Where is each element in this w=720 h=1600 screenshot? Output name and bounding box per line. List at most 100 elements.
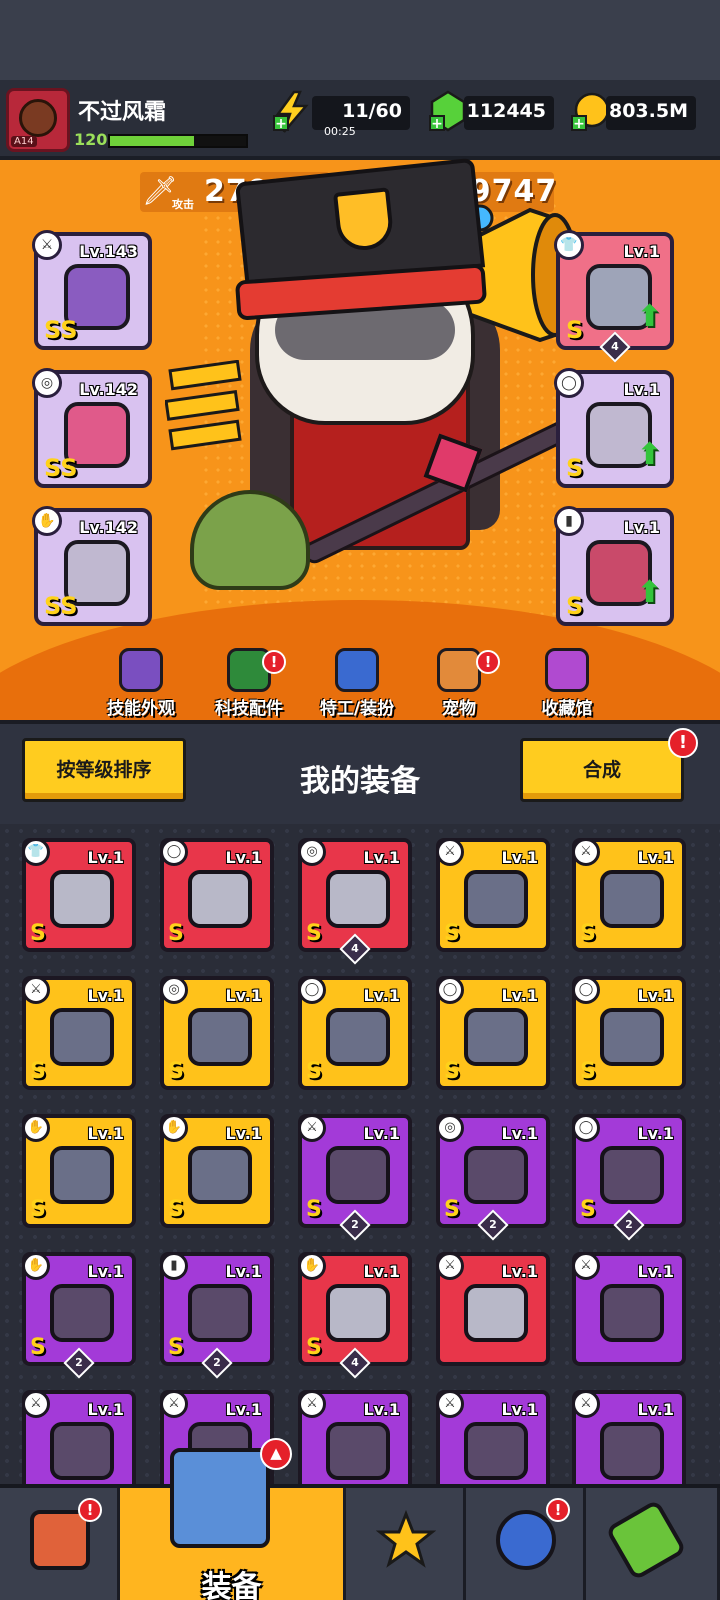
slot-level: Lv.1	[623, 380, 660, 399]
weapon-item-icon	[326, 1422, 390, 1480]
glove-item-icon	[188, 1146, 252, 1204]
item-level: Lv.1	[87, 1400, 124, 1419]
item-level: Lv.1	[637, 1262, 674, 1281]
energy-icon: +	[273, 90, 309, 133]
inventory-item[interactable]: ◎ Lv.1 S 4	[298, 838, 412, 965]
inventory-item[interactable]: ◯ Lv.1 S	[298, 976, 412, 1090]
belt-type-icon: ◯	[572, 976, 600, 1004]
glove-type-icon: ✋	[298, 1252, 326, 1280]
item-level: Lv.1	[637, 1400, 674, 1419]
coin-counter[interactable]: 803.5M	[606, 96, 696, 130]
slot-rank: SS	[44, 592, 78, 620]
inventory-item[interactable]: 👕 Lv.1 S	[22, 838, 136, 952]
quicknav-tech-parts[interactable]: 科技配件	[194, 648, 304, 719]
item-level: Lv.1	[501, 1400, 538, 1419]
item-rank: S	[306, 1335, 322, 1360]
weapon-item-icon	[50, 1422, 114, 1480]
inventory-item[interactable]: ✋ Lv.1 S	[160, 1114, 274, 1228]
necklace-item-icon	[326, 870, 390, 928]
chest-icon	[545, 648, 589, 692]
inventory-item[interactable]: ◯ Lv.1 S	[436, 976, 550, 1090]
equipped-slot-necklace[interactable]: ◎ Lv.142 SS	[32, 368, 152, 488]
inventory-item[interactable]: ⚔ Lv.1	[572, 1252, 686, 1366]
boots-type-icon: ▮	[160, 1252, 188, 1280]
quicknav-collection[interactable]: 收藏馆	[512, 648, 622, 719]
inventory-item[interactable]: ⚔ Lv.1 S 2	[298, 1114, 412, 1241]
upgrade-arrow-icon: ⬆	[636, 299, 662, 334]
inventory-item[interactable]: ⚔ Lv.1 S	[22, 976, 136, 1090]
belt-item-icon	[600, 1146, 664, 1204]
belt-type-icon: ◯	[554, 368, 584, 398]
slot-level: Lv.142	[79, 380, 138, 399]
inventory-item[interactable]: ✋ Lv.1 S 4	[298, 1252, 412, 1379]
inventory-item[interactable]: ✋ Lv.1 S	[22, 1114, 136, 1228]
inventory-item[interactable]: ⚔ Lv.1	[436, 1252, 550, 1366]
equipped-slot-glove[interactable]: ✋ Lv.142 SS	[32, 506, 152, 626]
inventory-item[interactable]: ◯ Lv.1 S	[160, 838, 274, 952]
item-rank: S	[30, 1197, 46, 1222]
nav-tab-skills[interactable]: !	[466, 1488, 586, 1600]
inventory-item[interactable]: ✋ Lv.1 S 2	[22, 1252, 136, 1379]
upgrade-arrow-icon: ⬆	[636, 575, 662, 610]
energy-value: 11/60	[342, 100, 402, 122]
merge-button[interactable]: 合成	[520, 738, 684, 802]
inventory-item[interactable]: ◯ Lv.1 S	[572, 976, 686, 1090]
item-level: Lv.1	[87, 848, 124, 867]
boots-item-icon	[188, 1284, 252, 1342]
player-avatar[interactable]: A14	[6, 88, 70, 152]
sort-by-level-button[interactable]: 按等级排序	[22, 738, 186, 802]
inventory-item[interactable]: ◎ Lv.1 S	[160, 976, 274, 1090]
quicknav-agent-costume[interactable]: 特工/装扮	[302, 648, 412, 719]
weapon-type-icon: ⚔	[22, 976, 50, 1004]
item-level: Lv.1	[87, 1124, 124, 1143]
inventory-item[interactable]: ▮ Lv.1 S 2	[160, 1252, 274, 1379]
upgrade-badge: ▲	[260, 1438, 292, 1470]
item-rank: S	[30, 1059, 46, 1084]
item-rank: S	[306, 921, 322, 946]
alert-badge: !	[546, 1498, 570, 1522]
item-level: Lv.1	[501, 848, 538, 867]
alert-badge: !	[78, 1498, 102, 1522]
inventory-item[interactable]: ◎ Lv.1 S 2	[436, 1114, 550, 1241]
nav-tab-lab[interactable]	[586, 1488, 720, 1600]
inventory-item[interactable]: ⚔ Lv.1 S	[572, 838, 686, 952]
item-level: Lv.1	[363, 1400, 400, 1419]
gem-counter[interactable]: 112445	[464, 96, 554, 130]
equipment-icon	[170, 1448, 270, 1548]
weapon-type-icon: ⚔	[572, 838, 600, 866]
item-count: 2	[339, 1209, 371, 1241]
slot-rank: SS	[44, 316, 78, 344]
equipped-slot-armor[interactable]: 👕 Lv.1 S ⬆ 4	[554, 230, 674, 363]
inventory-item[interactable]: ◯ Lv.1 S 2	[572, 1114, 686, 1241]
item-level: Lv.1	[637, 848, 674, 867]
nav-tab-shop[interactable]: !	[0, 1488, 120, 1600]
slot-level: Lv.1	[623, 242, 660, 261]
item-rank: S	[30, 921, 46, 946]
nav-tab-battle[interactable]	[346, 1488, 466, 1600]
belt-type-icon: ◯	[160, 838, 188, 866]
item-level: Lv.1	[87, 1262, 124, 1281]
quicknav-label: 科技配件	[215, 699, 283, 719]
belt-item-icon	[188, 870, 252, 928]
item-rank: S	[580, 1197, 596, 1222]
coin-icon: +	[571, 92, 610, 132]
equipped-slot-boots[interactable]: ▮ Lv.1 S ⬆	[554, 506, 674, 626]
star-swords-icon	[376, 1510, 436, 1568]
weapon-type-icon: ⚔	[298, 1390, 326, 1418]
item-level: Lv.1	[637, 1124, 674, 1143]
quicknav-skill-appearance[interactable]: 技能外观	[86, 648, 196, 719]
item-rank: S	[444, 1197, 460, 1222]
nav-tab-equipment[interactable]: ▲ 装备	[120, 1438, 346, 1600]
xp-bar-fill	[110, 136, 195, 146]
slot-rank: S	[566, 592, 584, 620]
equipped-slot-weapon[interactable]: ⚔ Lv.143 SS	[32, 230, 152, 350]
equipped-slot-belt[interactable]: ◯ Lv.1 S ⬆	[554, 368, 674, 488]
item-level: Lv.1	[87, 986, 124, 1005]
upgrade-arrow-icon: ⬆	[636, 437, 662, 472]
slot-rank: S	[566, 454, 584, 482]
inventory-item[interactable]: ⚔ Lv.1 S	[436, 838, 550, 952]
glove-type-icon: ✋	[22, 1252, 50, 1280]
slot-level: Lv.1	[623, 518, 660, 537]
avatar-face-icon	[19, 99, 57, 137]
weapon-type-icon: ⚔	[572, 1252, 600, 1280]
